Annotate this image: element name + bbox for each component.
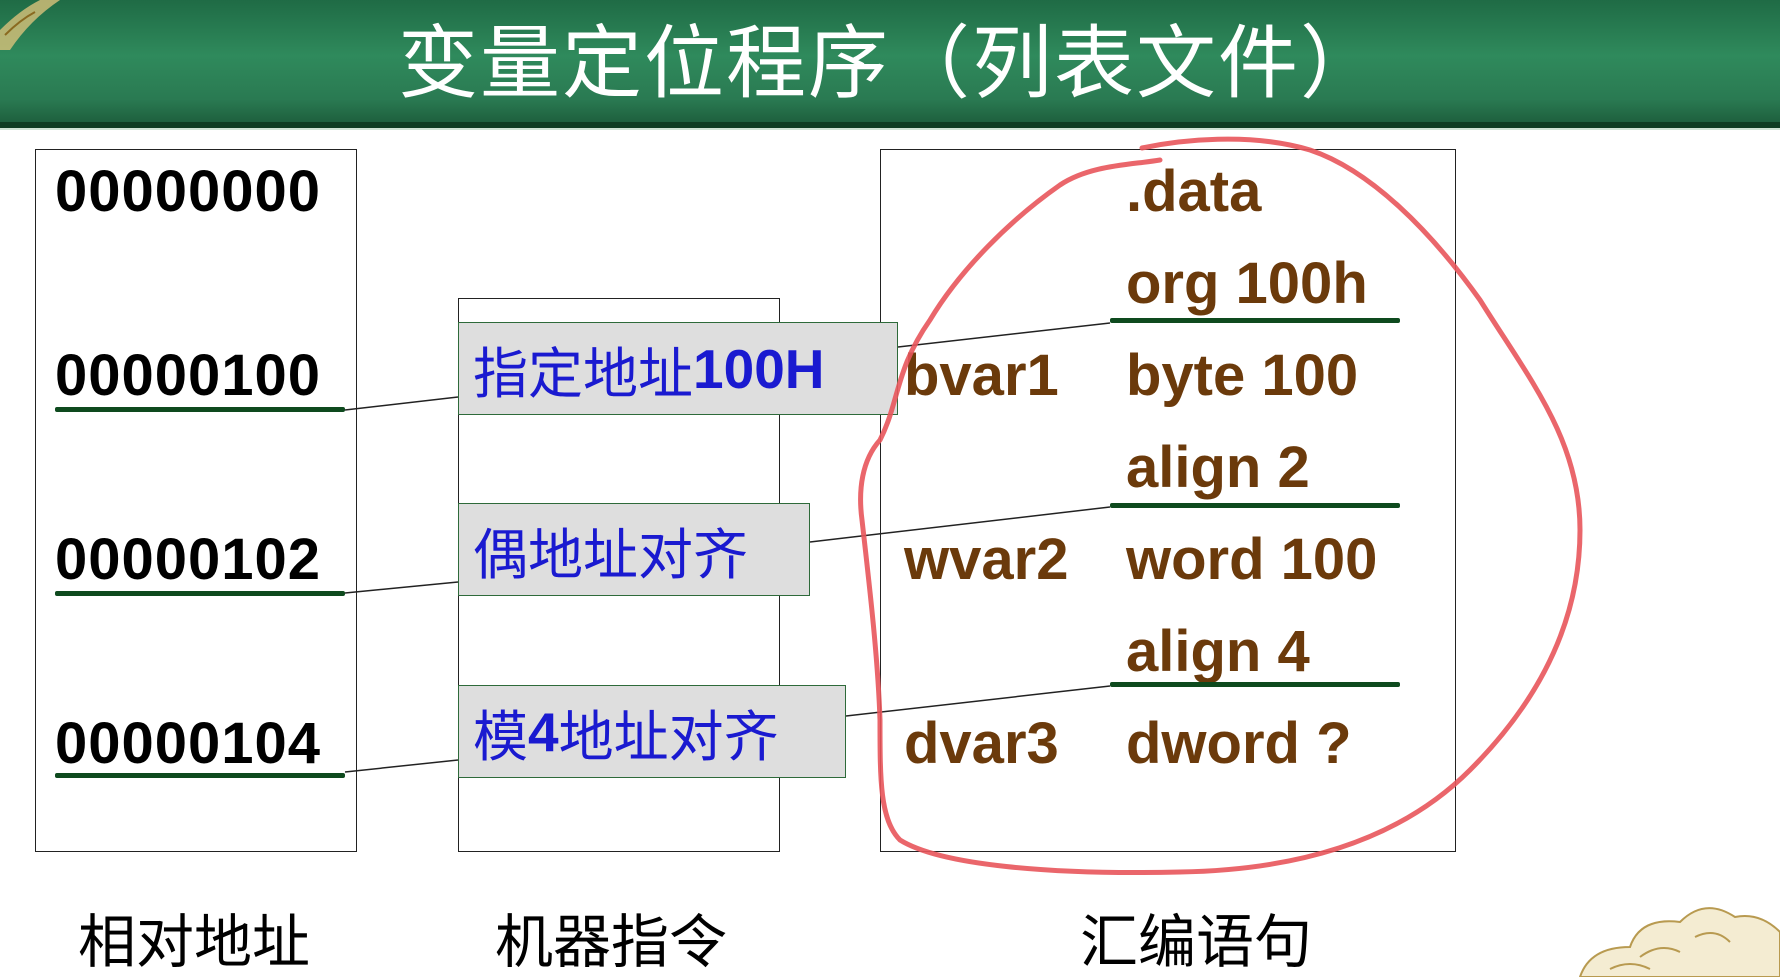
asm-underline-5 — [1110, 682, 1400, 687]
title-divider-light — [0, 128, 1780, 130]
asm-code-3: align 2 — [1126, 435, 1310, 500]
callout-even-align: 偶地址对齐 — [458, 503, 810, 596]
page-title: 变量定位程序（列表文件） — [398, 17, 1382, 110]
address-0: 00000000 — [55, 159, 322, 224]
column-label-assembly: 汇编语句 — [1080, 908, 1313, 976]
address-3: 00000104 — [55, 711, 322, 776]
callout-1-text: 偶地址对齐 — [473, 522, 749, 587]
asm-code-5: align 4 — [1126, 619, 1310, 684]
asm-code-2: byte 100 — [1126, 343, 1359, 408]
asm-code-4: word 100 — [1126, 527, 1378, 592]
asm-label-4: wvar2 — [904, 527, 1069, 592]
callout-0-num: 100H — [693, 337, 825, 400]
column-label-machine: 机器指令 — [495, 908, 728, 976]
column-label-address: 相对地址 — [78, 908, 311, 976]
address-2-underline — [55, 591, 345, 596]
asm-underline-1 — [1110, 318, 1400, 323]
callout-0-text: 指定地址 — [473, 341, 694, 406]
asm-label-6: dvar3 — [904, 711, 1059, 776]
callout-2-text: 地址对齐 — [558, 704, 779, 769]
asm-underline-3 — [1110, 503, 1400, 508]
asm-code-0: .data — [1126, 159, 1262, 224]
address-2: 00000102 — [55, 527, 322, 592]
callout-2-num: 4 — [528, 700, 559, 763]
callout-2-pre: 模 — [473, 704, 529, 769]
address-1-underline — [55, 407, 345, 412]
cloud-ornament-icon — [1578, 907, 1780, 977]
callout-fixed-address: 指定地址 100H — [458, 322, 898, 415]
asm-code-1: org 100h — [1126, 251, 1368, 316]
callout-mod4-align: 模 4 地址对齐 — [458, 685, 846, 778]
address-1: 00000100 — [55, 343, 322, 408]
asm-code-6: dword ? — [1126, 711, 1352, 776]
address-3-underline — [55, 773, 345, 778]
asm-label-2: bvar1 — [904, 343, 1059, 408]
